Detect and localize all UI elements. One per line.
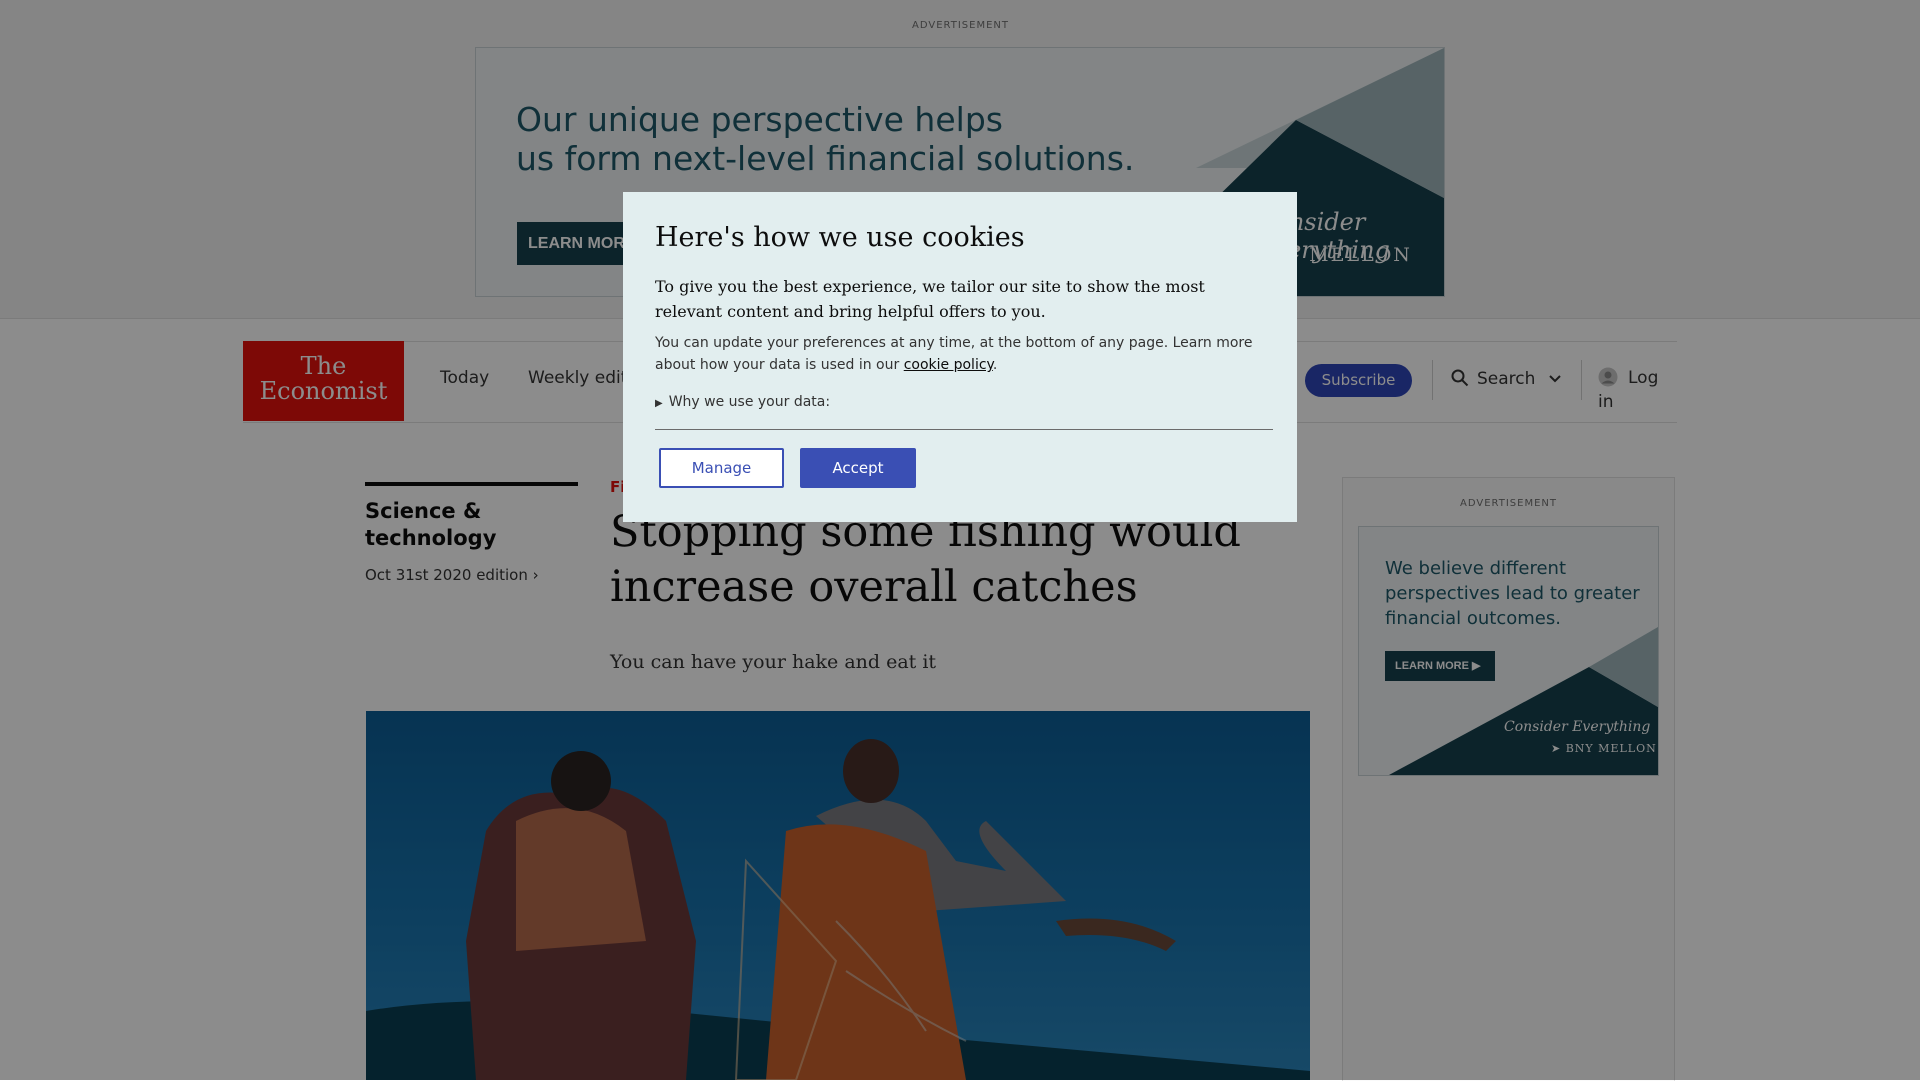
cookie-dialog-divider <box>655 429 1273 430</box>
cookie-dialog-body: You can update your preferences at any t… <box>655 332 1265 376</box>
why-we-use-data-label: Why we use your data: <box>668 394 831 410</box>
cookie-dialog-lead: To give you the best experience, we tail… <box>655 277 1205 321</box>
accept-button[interactable]: Accept <box>800 448 916 488</box>
cookie-policy-link[interactable]: cookie policy <box>904 357 993 373</box>
cookie-body-suffix: . <box>992 357 998 373</box>
modal-overlay <box>0 0 1920 1080</box>
cookie-dialog-title: Here's how we use cookies <box>655 222 1025 253</box>
why-we-use-data-toggle[interactable]: ▶ Why we use your data: <box>655 394 830 410</box>
cookie-consent-dialog: Here's how we use cookies To give you th… <box>623 192 1297 522</box>
manage-button[interactable]: Manage <box>659 448 784 488</box>
caret-right-icon: ▶ <box>655 398 663 409</box>
